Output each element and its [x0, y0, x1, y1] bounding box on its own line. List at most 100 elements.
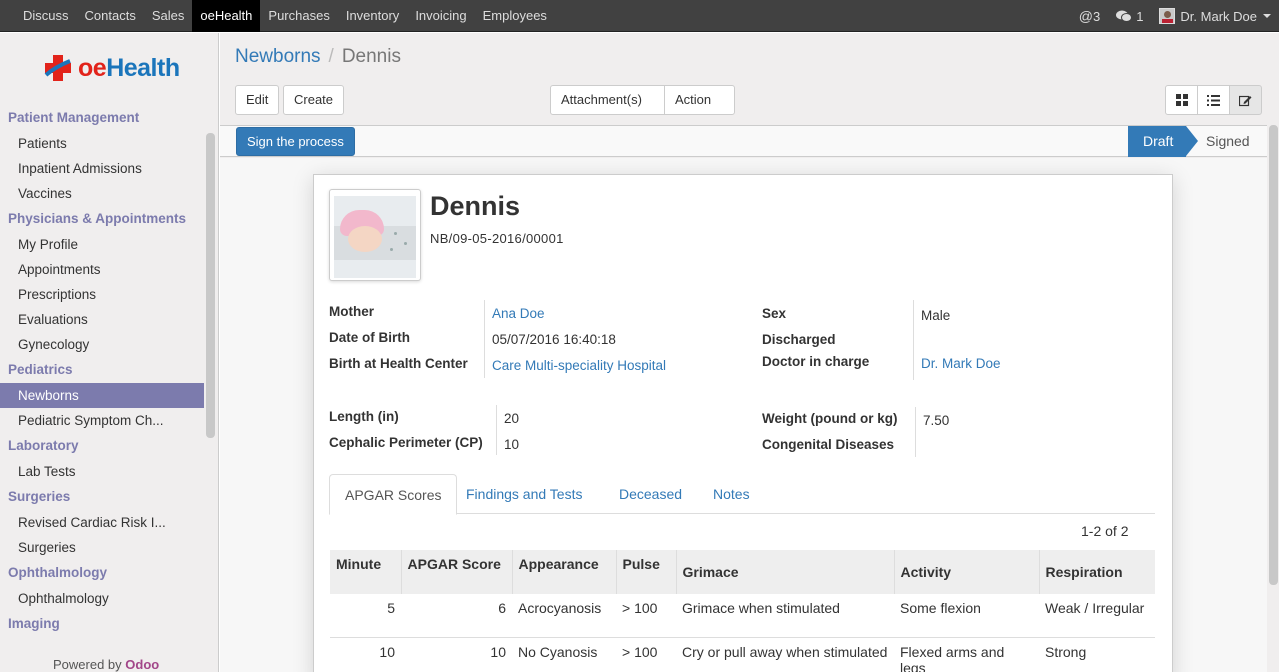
menu-inventory[interactable]: Inventory: [338, 0, 407, 32]
mother-label: Mother: [329, 304, 374, 319]
chevron-down-icon: [1263, 14, 1271, 18]
kanban-view-button[interactable]: [1165, 85, 1198, 115]
birth-hc-value[interactable]: Care Multi-speciality Hospital: [492, 358, 666, 373]
breadcrumb-current: Dennis: [341, 46, 401, 67]
section-patient-management: Patient Management: [8, 110, 140, 125]
congenital-label: Congenital Diseases: [762, 437, 895, 452]
powered-by: Powered by Odoo: [53, 657, 160, 672]
menu-purchases[interactable]: Purchases: [260, 0, 337, 32]
tab-findings-tests[interactable]: Findings and Tests: [466, 474, 582, 514]
cell-minute: 10: [330, 637, 401, 672]
cell-pulse: > 100: [616, 637, 676, 672]
record-code: NB/09-05-2016/00001: [430, 231, 564, 246]
list-icon: [1207, 94, 1220, 106]
dob-label: Date of Birth: [329, 330, 410, 345]
newborn-photo[interactable]: [329, 189, 421, 281]
sign-process-button[interactable]: Sign the process: [236, 127, 355, 156]
col-pulse[interactable]: Pulse: [615, 550, 676, 594]
col-appearance[interactable]: Appearance: [511, 550, 616, 594]
sidebar-item-surgeries[interactable]: Surgeries: [0, 535, 204, 560]
notebook-tabs: APGAR Scores Findings and Tests Deceased…: [329, 474, 1155, 515]
section-ophthalmology: Ophthalmology: [8, 565, 107, 580]
weight-label: Weight (pound or kg): [762, 411, 898, 426]
sidebar-item-prescriptions[interactable]: Prescriptions: [0, 282, 204, 307]
breadcrumb-newborns[interactable]: Newborns: [235, 46, 321, 67]
menu-sales[interactable]: Sales: [144, 0, 193, 32]
col-activity[interactable]: Activity: [893, 550, 1039, 594]
form-view-button[interactable]: [1229, 85, 1262, 115]
doctor-value[interactable]: Dr. Mark Doe: [921, 356, 1001, 371]
sidebar-item-pediatric-symptom-checklist[interactable]: Pediatric Symptom Ch...: [0, 408, 204, 433]
menu-discuss[interactable]: Discuss: [15, 0, 77, 32]
table-row[interactable]: 5 6 Acrocyanosis > 100 Grimace when stim…: [330, 594, 1155, 638]
cell-respiration: Weak / Irregular: [1039, 594, 1155, 638]
edit-button[interactable]: Edit: [235, 85, 280, 115]
sidebar-item-newborns[interactable]: Newborns: [0, 383, 204, 408]
tab-deceased[interactable]: Deceased: [619, 474, 682, 514]
main-content: Newborns / Dennis Edit Create Attachment(s…: [220, 33, 1279, 672]
create-button[interactable]: Create: [283, 85, 345, 115]
top-navbar: Discuss Contacts Sales oeHealth Purchase…: [0, 0, 1279, 32]
col-minute[interactable]: Minute: [330, 550, 401, 594]
sidebar-item-revised-cardiac-risk[interactable]: Revised Cardiac Risk I...: [0, 510, 204, 535]
stage-arrow: [1186, 126, 1198, 156]
sidebar-item-appointments[interactable]: Appointments: [0, 257, 204, 282]
oehealth-logo[interactable]: oeHealth: [38, 49, 188, 89]
col-grimace[interactable]: Grimace: [675, 550, 894, 594]
statusbar: Sign the process Draft Signed: [220, 125, 1267, 157]
cell-appearance: Acrocyanosis: [512, 594, 616, 638]
avatar: [1159, 8, 1176, 24]
pager-value[interactable]: 1-2 of 2: [1081, 523, 1128, 539]
cell-apgar-score: 6: [401, 594, 512, 638]
col-apgar-score[interactable]: APGAR Score: [400, 550, 512, 594]
menu-employees[interactable]: Employees: [475, 0, 555, 32]
cell-minute: 5: [330, 594, 401, 638]
stage-signed[interactable]: Signed: [1206, 126, 1250, 157]
cell-appearance: No Cyanosis: [512, 637, 616, 672]
cell-grimace: Cry or pull away when stimulated: [676, 637, 894, 672]
col-respiration[interactable]: Respiration: [1038, 550, 1155, 594]
attachments-dropdown[interactable]: Attachment(s): [550, 85, 665, 131]
mentions-button[interactable]: @ 3: [1079, 8, 1100, 24]
mother-value[interactable]: Ana Doe: [492, 306, 545, 321]
sidebar-item-my-profile[interactable]: My Profile: [0, 232, 204, 257]
sidebar-item-lab-tests[interactable]: Lab Tests: [0, 459, 204, 484]
sidebar-scrollbar[interactable]: [206, 133, 215, 438]
section-surgeries: Surgeries: [8, 489, 71, 504]
tab-notes[interactable]: Notes: [713, 474, 750, 514]
medical-cross-icon: [44, 55, 71, 81]
length-label: Length (in): [329, 409, 399, 424]
sidebar-item-ophthalmology[interactable]: Ophthalmology: [0, 586, 204, 611]
list-view-button[interactable]: [1197, 85, 1230, 115]
menu-invoicing[interactable]: Invoicing: [407, 0, 474, 32]
main-scrollbar[interactable]: [1269, 125, 1278, 585]
breadcrumb: Newborns / Dennis: [235, 46, 401, 68]
birth-hc-label: Birth at Health Center: [329, 356, 468, 371]
table-row[interactable]: 10 10 No Cyanosis > 100 Cry or pull away…: [330, 637, 1155, 672]
sidebar-item-vaccines[interactable]: Vaccines: [0, 181, 204, 206]
doctor-label: Doctor in charge: [762, 354, 870, 369]
sidebar-item-evaluations[interactable]: Evaluations: [0, 307, 204, 332]
edit-icon: [1239, 95, 1252, 106]
logo-text: oeHealth: [78, 54, 180, 82]
sidebar-item-inpatient-admissions[interactable]: Inpatient Admissions: [0, 156, 204, 181]
odoo-link[interactable]: Odoo: [125, 657, 159, 672]
messages-button[interactable]: 1: [1116, 9, 1143, 24]
menu-contacts[interactable]: Contacts: [77, 0, 144, 32]
breadcrumb-separator: /: [328, 46, 334, 67]
comments-icon: [1116, 10, 1133, 22]
stage-draft[interactable]: Draft: [1128, 126, 1186, 157]
menu-oehealth[interactable]: oeHealth: [192, 0, 261, 32]
at-icon: @: [1078, 8, 1093, 24]
tab-apgar-scores[interactable]: APGAR Scores: [329, 474, 458, 515]
sidebar-menu: Patient Management Patients Inpatient Ad…: [0, 105, 204, 637]
sex-label: Sex: [762, 306, 787, 321]
view-switcher: [1165, 85, 1262, 115]
sidebar: oeHealth Patient Management Patients Inp…: [0, 33, 219, 672]
sidebar-item-patients[interactable]: Patients: [0, 131, 204, 156]
action-dropdown[interactable]: Action: [664, 85, 735, 131]
user-menu[interactable]: Dr. Mark Doe: [1159, 8, 1271, 24]
sidebar-item-gynecology[interactable]: Gynecology: [0, 332, 204, 357]
cell-pulse: > 100: [616, 594, 676, 638]
cephalic-value: 10: [504, 437, 520, 452]
